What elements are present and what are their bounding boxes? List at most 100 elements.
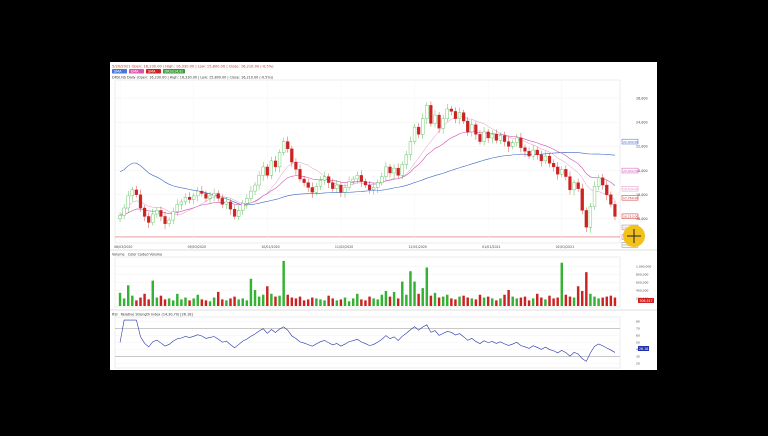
volume-bar[interactable]: [225, 300, 228, 306]
volume-bar[interactable]: [601, 297, 604, 306]
volume-bar[interactable]: [429, 295, 433, 306]
candle-body[interactable]: [200, 190, 204, 194]
volume-bar[interactable]: [212, 297, 216, 306]
candle-body[interactable]: [147, 216, 151, 223]
candle-body[interactable]: [192, 195, 196, 200]
candle-body[interactable]: [466, 120, 470, 133]
volume-bar[interactable]: [478, 294, 482, 306]
candle-body[interactable]: [453, 111, 458, 119]
candle-body[interactable]: [564, 169, 568, 177]
volume-bar[interactable]: [221, 299, 224, 306]
volume-bar[interactable]: [605, 296, 609, 306]
candle-body[interactable]: [613, 204, 617, 217]
candle-body[interactable]: [171, 211, 175, 221]
volume-bar[interactable]: [204, 300, 208, 306]
candle-body[interactable]: [220, 198, 224, 205]
candle-body[interactable]: [331, 182, 335, 189]
candle-body[interactable]: [134, 189, 139, 195]
candle-body[interactable]: [592, 186, 597, 207]
volume-bar[interactable]: [413, 281, 416, 306]
price-plot-area[interactable]: [114, 79, 621, 244]
candle-body[interactable]: [511, 142, 515, 147]
volume-bar[interactable]: [347, 301, 351, 306]
volume-bar[interactable]: [401, 281, 404, 306]
candle-body[interactable]: [384, 166, 388, 177]
candle-body[interactable]: [576, 182, 580, 189]
candle-body[interactable]: [421, 118, 425, 135]
volume-bar[interactable]: [126, 285, 130, 306]
volume-bar[interactable]: [245, 300, 249, 306]
volume-bar[interactable]: [380, 294, 384, 306]
volume-bar[interactable]: [572, 297, 576, 306]
candle-body[interactable]: [306, 182, 310, 188]
volume-bar[interactable]: [343, 297, 347, 306]
volume-bar[interactable]: [568, 296, 572, 306]
candle-body[interactable]: [355, 175, 359, 180]
volume-bar[interactable]: [192, 298, 195, 306]
volume-bar[interactable]: [171, 300, 175, 306]
volume-bar[interactable]: [302, 300, 306, 306]
candle-body[interactable]: [212, 193, 216, 197]
volume-bar[interactable]: [261, 294, 265, 306]
volume-bar[interactable]: [364, 300, 367, 306]
volume-bar[interactable]: [372, 298, 375, 306]
candle-body[interactable]: [298, 169, 302, 180]
candle-body[interactable]: [241, 202, 245, 211]
candle-body[interactable]: [245, 198, 249, 204]
volume-bar[interactable]: [335, 300, 339, 306]
volume-bar[interactable]: [360, 299, 363, 306]
volume-bar[interactable]: [184, 297, 187, 306]
volume-bar[interactable]: [319, 299, 322, 306]
volume-bar[interactable]: [405, 294, 408, 306]
volume-bar[interactable]: [368, 296, 371, 306]
candle-body[interactable]: [335, 184, 339, 189]
candle-body[interactable]: [527, 151, 531, 157]
volume-bar[interactable]: [425, 267, 429, 306]
candle-body[interactable]: [551, 163, 556, 168]
volume-bar[interactable]: [576, 286, 580, 306]
volume-bar[interactable]: [155, 297, 159, 306]
volume-bar[interactable]: [327, 295, 330, 306]
volume-bar[interactable]: [294, 298, 298, 306]
volume-bar[interactable]: [511, 296, 514, 306]
volume-bar[interactable]: [200, 299, 204, 306]
candle-body[interactable]: [372, 187, 376, 191]
candle-body[interactable]: [429, 105, 433, 124]
candle-body[interactable]: [327, 176, 331, 183]
volume-bar[interactable]: [147, 299, 150, 306]
volume-bar[interactable]: [409, 271, 412, 306]
candle-body[interactable]: [543, 155, 548, 162]
volume-bar[interactable]: [589, 293, 592, 306]
volume-bar[interactable]: [433, 292, 437, 306]
volume-bar[interactable]: [331, 298, 334, 306]
candle-body[interactable]: [286, 141, 290, 149]
volume-bar[interactable]: [564, 294, 568, 306]
candle-body[interactable]: [417, 126, 421, 135]
volume-bar[interactable]: [208, 301, 212, 306]
candle-body[interactable]: [232, 209, 237, 217]
candle-body[interactable]: [515, 137, 519, 143]
volume-bar[interactable]: [466, 297, 469, 306]
candle-body[interactable]: [142, 207, 147, 217]
volume-bar[interactable]: [519, 297, 523, 306]
volume-bar[interactable]: [482, 297, 486, 306]
candle-body[interactable]: [228, 201, 233, 210]
volume-bar[interactable]: [523, 296, 527, 306]
volume-bar[interactable]: [135, 300, 138, 306]
candle-body[interactable]: [388, 166, 392, 174]
volume-bar[interactable]: [274, 296, 277, 306]
candle-body[interactable]: [118, 215, 122, 220]
volume-bar[interactable]: [392, 291, 396, 306]
volume-bar[interactable]: [462, 295, 465, 306]
candle-body[interactable]: [282, 141, 286, 153]
candle-body[interactable]: [343, 187, 347, 193]
candle-body[interactable]: [257, 175, 261, 186]
candle-body[interactable]: [531, 149, 535, 157]
candle-body[interactable]: [151, 213, 155, 223]
volume-bar[interactable]: [421, 288, 424, 306]
candle-body[interactable]: [547, 155, 552, 164]
volume-bar[interactable]: [118, 292, 122, 306]
volume-bar[interactable]: [446, 294, 449, 306]
candle-body[interactable]: [187, 196, 192, 200]
volume-bar[interactable]: [167, 298, 171, 306]
